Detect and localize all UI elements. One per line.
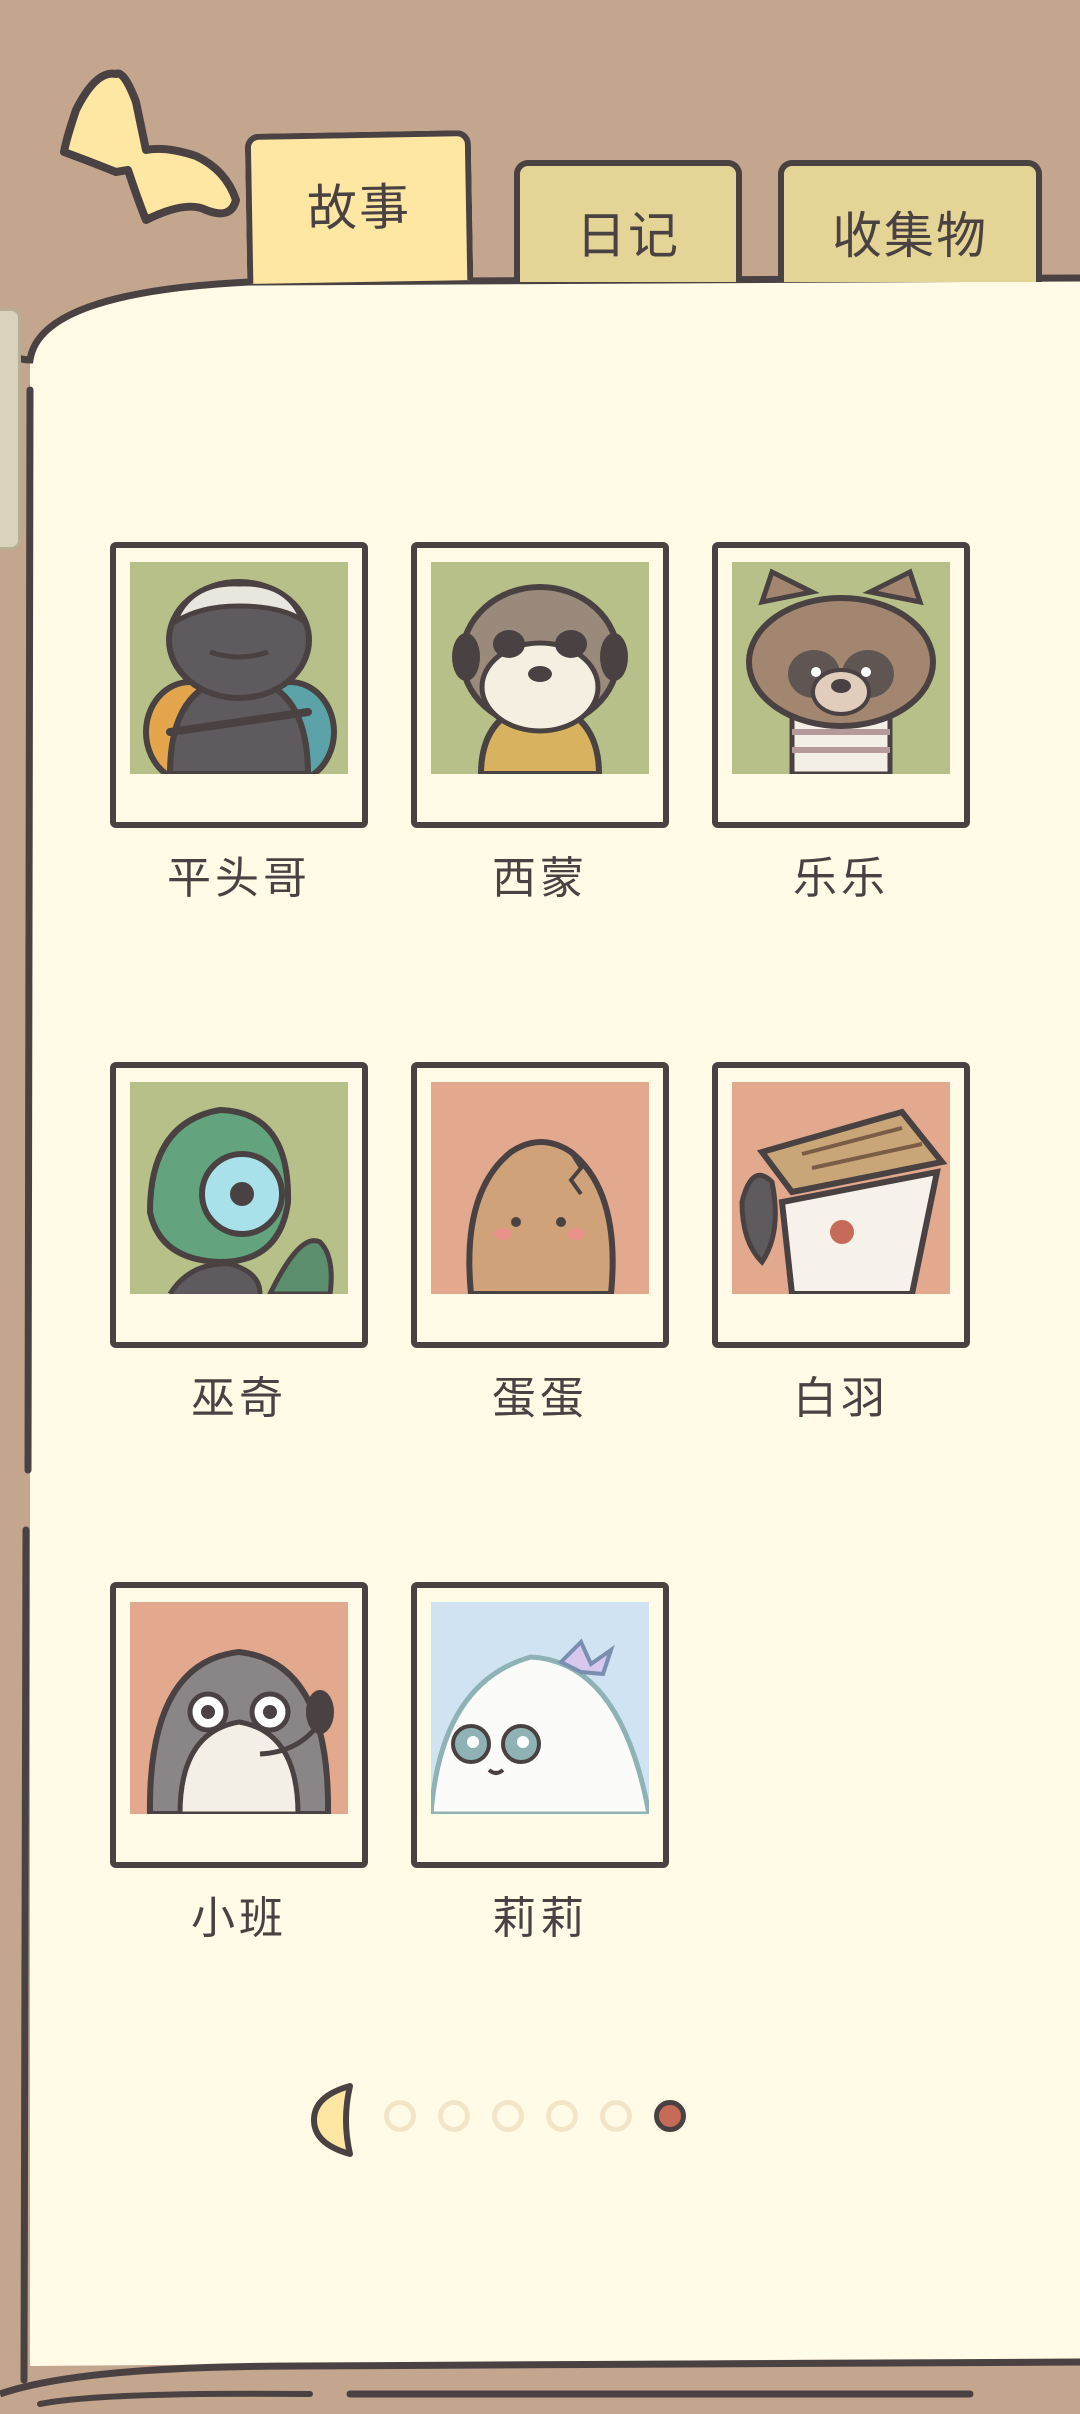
character-card-dandan[interactable] — [411, 1062, 669, 1348]
character-portrait — [130, 1602, 348, 1814]
character-portrait — [431, 1602, 649, 1814]
character-portrait — [130, 562, 348, 774]
prev-page-icon[interactable] — [310, 2080, 360, 2160]
character-portrait — [431, 1082, 649, 1294]
storybook: 故事 日记 收集物 平头哥 西蒙 乐乐 巫奇 蛋蛋 白羽 小班 莉莉 — [0, 0, 1080, 2414]
character-card-xiaoban[interactable] — [110, 1582, 368, 1868]
character-name: 西蒙 — [492, 853, 588, 904]
character-name: 白羽 — [793, 1373, 889, 1424]
character-portrait — [732, 1082, 950, 1294]
character-portrait — [431, 562, 649, 774]
page-dot-3[interactable] — [492, 2100, 524, 2132]
tab-diary-label: 日记 — [576, 207, 680, 265]
tab-story[interactable]: 故事 — [244, 130, 474, 284]
character-card-ximeng[interactable] — [411, 542, 669, 828]
page-dot-2[interactable] — [438, 2100, 470, 2132]
page-dot-4[interactable] — [546, 2100, 578, 2132]
back-button[interactable] — [56, 60, 246, 230]
side-scroll-handle[interactable] — [0, 308, 21, 550]
character-name: 乐乐 — [793, 853, 889, 904]
character-card-baiyu[interactable] — [712, 1062, 970, 1348]
tab-story-label: 故事 — [306, 178, 412, 238]
character-name: 巫奇 — [191, 1373, 287, 1424]
character-card-lili[interactable] — [411, 1582, 669, 1868]
character-portrait — [130, 1082, 348, 1294]
page-dot-6-current[interactable] — [654, 2100, 686, 2132]
pagination — [310, 2080, 710, 2160]
character-name: 平头哥 — [167, 853, 311, 904]
page-dot-1[interactable] — [384, 2100, 416, 2132]
tab-collection[interactable]: 收集物 — [778, 160, 1042, 282]
character-card-wuqi[interactable] — [110, 1062, 368, 1348]
character-name: 小班 — [191, 1893, 287, 1944]
character-card-lele[interactable] — [712, 542, 970, 828]
character-name: 莉莉 — [492, 1893, 588, 1944]
character-portrait — [732, 562, 950, 774]
tab-diary[interactable]: 日记 — [514, 160, 742, 282]
page-dot-5[interactable] — [600, 2100, 632, 2132]
character-name: 蛋蛋 — [492, 1373, 588, 1424]
character-card-pingtouge[interactable] — [110, 542, 368, 828]
tab-collection-label: 收集物 — [832, 207, 988, 265]
back-arrow-icon — [60, 69, 240, 224]
